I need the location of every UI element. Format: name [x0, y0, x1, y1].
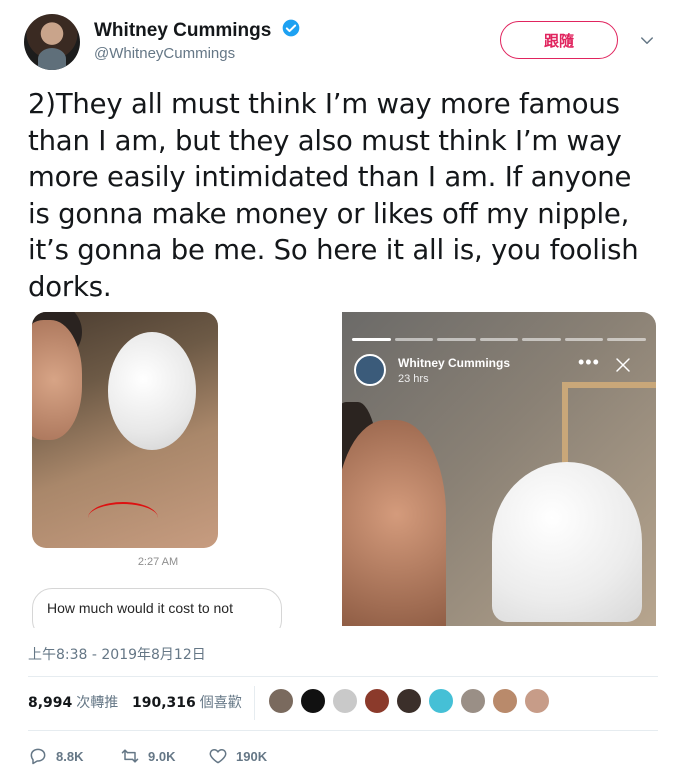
author-name[interactable]: Whitney Cummings	[94, 20, 271, 41]
background-shelf	[562, 382, 656, 472]
story-progress-segment	[607, 338, 647, 341]
tweet-line: is gonna make money or likes off my nipp…	[28, 197, 630, 230]
retweets-label: 次轉推	[76, 695, 119, 711]
like-count: 190K	[236, 748, 268, 764]
heart-icon	[209, 749, 227, 764]
message-photo	[32, 312, 218, 548]
message-time: 2:27 AM	[137, 556, 179, 568]
tweet-timestamp[interactable]: 上午8:38 - 2019年8月12日	[28, 644, 206, 664]
media-image-left[interactable]: 2:27 AM How much would it cost to not	[28, 310, 334, 628]
story-sponge	[492, 462, 642, 622]
message-bubble: How much would it cost to not	[32, 588, 282, 628]
tweet-line: dorks.	[28, 270, 112, 303]
reply-count: 8.8K	[56, 748, 84, 764]
story-progress-segment	[522, 338, 561, 341]
story-progress-segment	[394, 338, 434, 341]
chevron-down-icon[interactable]	[638, 32, 656, 50]
liker-avatar[interactable]	[428, 688, 454, 714]
media-image-right[interactable]: Whitney Cummings 23 hrs •••	[342, 312, 656, 626]
tweet-line: than I am, but they also must think I’m …	[28, 124, 622, 157]
like-button[interactable]: 190K	[208, 746, 267, 766]
tweet-text: 2)They all must think I’m way more famou…	[28, 86, 658, 305]
likes-label: 個喜歡	[199, 695, 242, 711]
retweet-icon	[121, 749, 139, 763]
likes-count: 190,316	[132, 695, 196, 711]
tweet-line: it’s gonna be me. So here it all is, you…	[28, 234, 639, 266]
more-dots-icon: •••	[578, 352, 600, 372]
story-time: 23 hrs	[398, 373, 429, 385]
retweets-stat[interactable]: 8,994 次轉推	[28, 692, 118, 712]
story-progress-segment	[437, 338, 476, 341]
author-handle[interactable]: @WhitneyCummings	[94, 45, 235, 62]
tweet-header: Whitney Cummings @WhitneyCummings 跟隨	[24, 12, 664, 72]
liker-avatar[interactable]	[268, 688, 294, 714]
retweet-button[interactable]: 9.0K	[120, 746, 175, 766]
red-circle-annotation	[88, 502, 158, 534]
story-avatar	[354, 354, 386, 386]
story-progress-segment	[352, 338, 391, 341]
divider	[254, 686, 255, 720]
story-progress-segment	[479, 338, 519, 341]
liker-avatar[interactable]	[460, 688, 486, 714]
retweets-count: 8,994	[28, 695, 73, 711]
follow-button[interactable]: 跟隨	[500, 21, 618, 59]
close-icon	[616, 358, 630, 372]
liker-avatar[interactable]	[524, 688, 550, 714]
story-progress-bars	[352, 338, 647, 341]
message-text: How much would it cost to not	[47, 600, 233, 616]
liker-avatars[interactable]	[268, 688, 556, 714]
story-progress-segment	[564, 338, 604, 341]
author-avatar[interactable]	[24, 14, 80, 70]
story-face	[342, 420, 446, 626]
liker-avatar[interactable]	[492, 688, 518, 714]
engagement-stats: 8,994 次轉推 190,316 個喜歡	[28, 676, 658, 730]
likes-stat[interactable]: 190,316 個喜歡	[132, 692, 242, 712]
liker-avatar[interactable]	[396, 688, 422, 714]
retweet-count: 9.0K	[148, 748, 176, 764]
reply-button[interactable]: 8.8K	[28, 746, 83, 766]
story-username: Whitney Cummings	[398, 356, 511, 370]
divider	[28, 730, 658, 731]
reply-icon	[30, 748, 46, 765]
liker-avatar[interactable]	[332, 688, 358, 714]
tweet-actions: 8.8K 9.0K 190K	[28, 742, 658, 770]
tweet-line: 2)They all must think I’m way more famou…	[28, 88, 620, 120]
tweet-line: more easily intimidated than I am. If an…	[28, 161, 632, 193]
photo-sponge	[108, 332, 196, 450]
author-name-row[interactable]: Whitney Cummings	[94, 18, 301, 42]
verified-badge-icon	[282, 19, 299, 37]
liker-avatar[interactable]	[300, 688, 326, 714]
liker-avatar[interactable]	[364, 688, 390, 714]
